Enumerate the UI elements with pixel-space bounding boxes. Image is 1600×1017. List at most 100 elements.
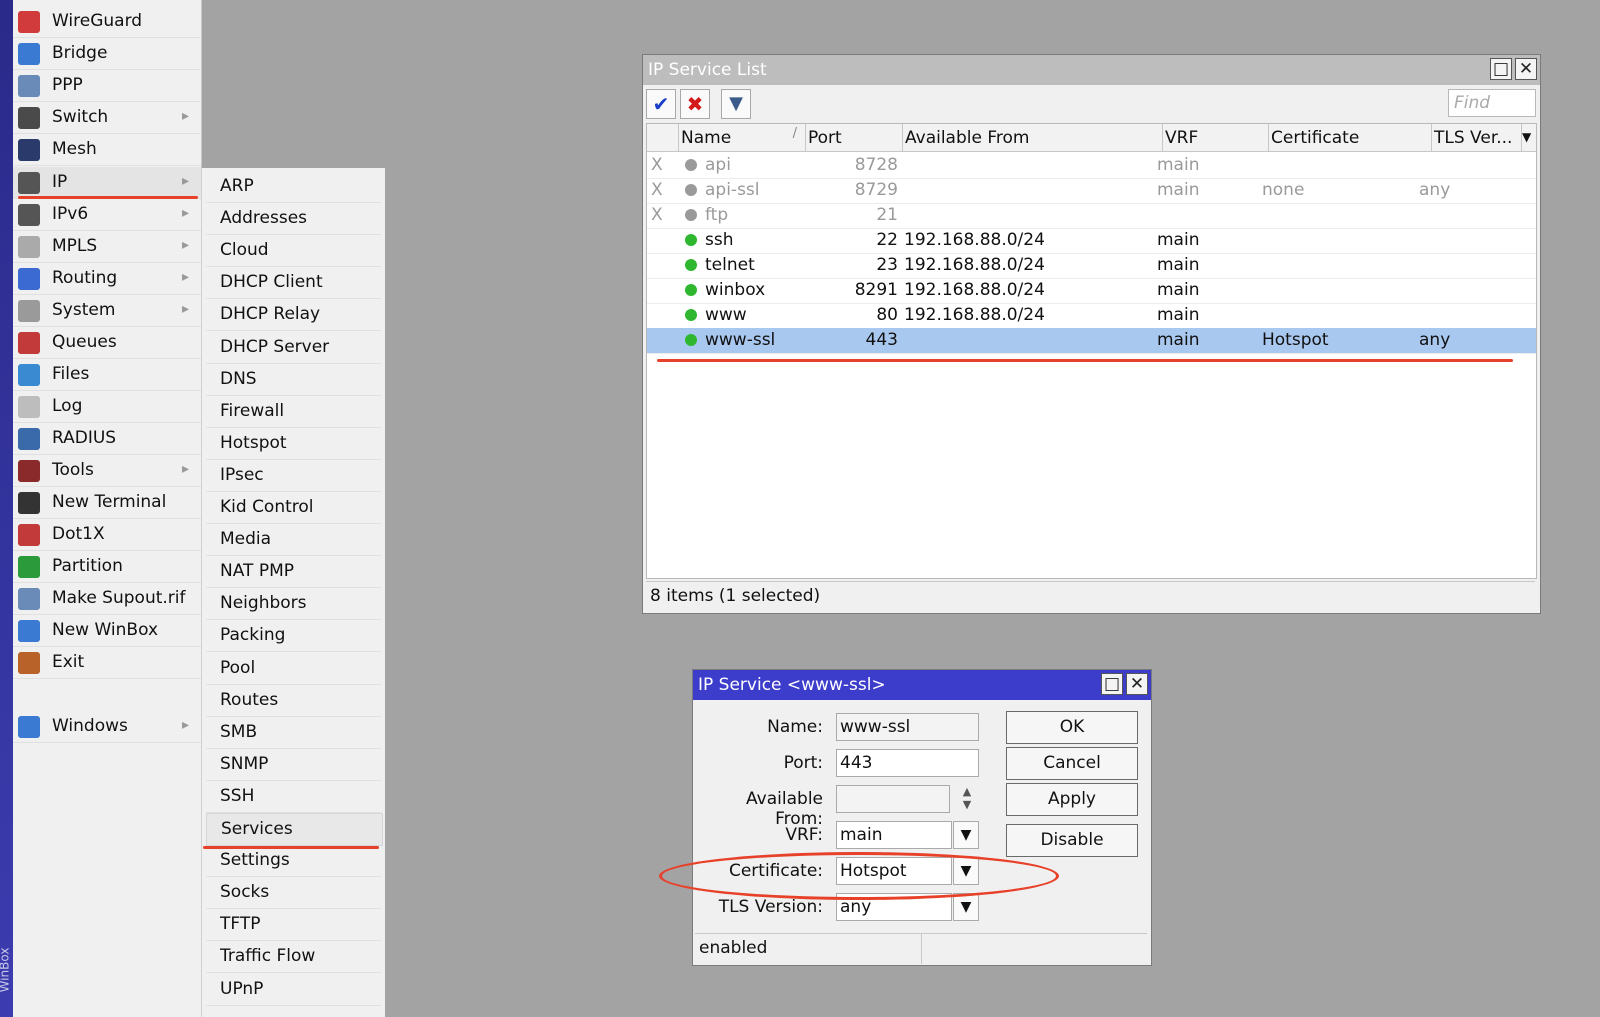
submenu-item-pool[interactable]: Pool: [206, 653, 381, 685]
submenu-item-ssh[interactable]: SSH: [206, 781, 381, 813]
submenu-item-dhcp-client[interactable]: DHCP Client: [206, 267, 381, 300]
menu-item-new-winbox[interactable]: New WinBox: [13, 615, 201, 647]
filter-icon: ▼: [729, 93, 743, 114]
column-header-tls-version[interactable]: TLS Ver...: [1432, 124, 1522, 152]
submenu-item-settings[interactable]: Settings: [206, 845, 381, 878]
enabled-status-icon: [685, 309, 697, 321]
menu-item-partition[interactable]: Partition: [13, 551, 201, 583]
cancel-button[interactable]: Cancel: [1006, 747, 1138, 780]
name-field[interactable]: www-ssl: [836, 713, 979, 741]
column-header-vrf[interactable]: VRF: [1163, 124, 1269, 152]
menu-item-ip[interactable]: IP ▸: [13, 167, 201, 199]
close-button[interactable]: ✕: [1515, 58, 1537, 80]
ok-button[interactable]: OK: [1006, 711, 1138, 744]
menu-item-queues[interactable]: Queues: [13, 327, 201, 359]
submenu-item-label: Services: [221, 819, 293, 839]
filter-button[interactable]: ▼: [721, 89, 751, 119]
table-row[interactable]: telnet 23 192.168.88.0/24 main: [647, 253, 1536, 279]
submenu-item-tftp[interactable]: TFTP: [206, 909, 381, 942]
table-row[interactable]: winbox 8291 192.168.88.0/24 main: [647, 278, 1536, 304]
vrf-dropdown-icon[interactable]: ▼: [953, 821, 979, 849]
wireguard-icon: [18, 11, 40, 33]
table-row[interactable]: ssh 22 192.168.88.0/24 main: [647, 228, 1536, 254]
menu-item-ipv6[interactable]: IPv6 ▸: [13, 199, 201, 231]
enable-button[interactable]: ✔: [646, 89, 676, 119]
table-row[interactable]: www 80 192.168.88.0/24 main: [647, 303, 1536, 329]
submenu-item-upnp[interactable]: UPnP: [206, 974, 381, 1006]
submenu-item-hotspot[interactable]: Hotspot: [206, 428, 381, 460]
dialog-maximize-button[interactable]: □: [1101, 673, 1123, 695]
submenu-item-services[interactable]: Services: [206, 813, 383, 846]
menu-item-routing[interactable]: Routing ▸: [13, 263, 201, 295]
vrf-field[interactable]: main: [836, 821, 952, 849]
updown-icon[interactable]: ▲ ▼: [957, 785, 977, 813]
submenu-item-neighbors[interactable]: Neighbors: [206, 588, 381, 621]
table-row[interactable]: Xapi 8728 main: [647, 153, 1536, 179]
submenu-item-media[interactable]: Media: [206, 524, 381, 557]
menu-item-bridge[interactable]: Bridge: [13, 38, 201, 70]
enabled-status-icon: [685, 234, 697, 246]
submenu-item-label: Hotspot: [220, 432, 287, 453]
menu-item-wireguard[interactable]: WireGuard: [13, 6, 201, 38]
menu-item-radius[interactable]: RADIUS: [13, 423, 201, 455]
submenu-item-firewall[interactable]: Firewall: [206, 396, 381, 428]
menu-item-mesh[interactable]: Mesh: [13, 134, 201, 166]
flag-column-header[interactable]: [647, 124, 679, 152]
menu-item-files[interactable]: Files: [13, 359, 201, 391]
submenu-item-arp[interactable]: ARP: [206, 171, 381, 203]
submenu-item-ipsec[interactable]: IPsec: [206, 460, 381, 492]
submenu-item-snmp[interactable]: SNMP: [206, 749, 381, 781]
disable-button[interactable]: Disable: [1006, 824, 1138, 857]
menu-item-ppp[interactable]: PPP: [13, 70, 201, 102]
table-row[interactable]: Xftp 21: [647, 203, 1536, 229]
submenu-item-smb[interactable]: SMB: [206, 717, 381, 749]
submenu-item-addresses[interactable]: Addresses: [206, 203, 381, 236]
tls-version-dropdown-icon[interactable]: ▼: [953, 893, 979, 921]
column-header-certificate[interactable]: Certificate: [1269, 124, 1432, 152]
submenu-item-socks[interactable]: Socks: [206, 877, 381, 910]
dialog-close-button[interactable]: ✕: [1126, 673, 1148, 695]
menu-item-windows[interactable]: Windows ▸: [13, 711, 201, 743]
table-row[interactable]: www-ssl 443 main Hotspot any: [647, 328, 1536, 354]
find-input[interactable]: Find: [1448, 89, 1536, 117]
row-certificate: none: [1262, 180, 1305, 200]
menu-item-exit[interactable]: Exit: [13, 647, 201, 679]
submenu-item-dhcp-relay[interactable]: DHCP Relay: [206, 299, 381, 332]
column-header-port[interactable]: Port: [806, 124, 903, 152]
dialog-titlebar[interactable]: IP Service <www-ssl> □ ✕: [693, 670, 1151, 700]
column-header-name[interactable]: Name /: [679, 124, 806, 152]
menu-item-system[interactable]: System ▸: [13, 295, 201, 327]
column-header-available-from[interactable]: Available From: [903, 124, 1163, 152]
bridge-icon: [18, 43, 40, 65]
available-from-field[interactable]: [836, 785, 950, 813]
table-row[interactable]: Xapi-ssl 8729 main none any: [647, 178, 1536, 204]
submenu-item-label: DNS: [220, 368, 257, 389]
disable-button[interactable]: ✖: [680, 89, 710, 119]
menu-item-log[interactable]: Log: [13, 391, 201, 423]
row-vrf: main: [1157, 180, 1200, 200]
port-field[interactable]: 443: [836, 749, 979, 777]
service-list-titlebar[interactable]: IP Service List □ ✕: [643, 55, 1540, 85]
submenu-item-dhcp-server[interactable]: DHCP Server: [206, 332, 381, 364]
maximize-button[interactable]: □: [1490, 58, 1512, 80]
submenu-item-nat-pmp[interactable]: NAT PMP: [206, 556, 381, 589]
port-label: Port:: [783, 753, 823, 773]
apply-button[interactable]: Apply: [1006, 783, 1138, 816]
submenu-item-cloud[interactable]: Cloud: [206, 235, 381, 268]
menu-item-new-terminal[interactable]: New Terminal: [13, 487, 201, 519]
submenu-item-dns[interactable]: DNS: [206, 364, 381, 396]
column-menu-button[interactable]: ▼: [1522, 124, 1536, 152]
menu-item-label: Log: [52, 396, 83, 416]
row-name: www: [705, 305, 747, 325]
submenu-item-routes[interactable]: Routes: [206, 685, 381, 717]
ipv6-icon: [18, 204, 40, 226]
menu-item-dot1x[interactable]: Dot1X: [13, 519, 201, 551]
submenu-item-kid-control[interactable]: Kid Control: [206, 492, 381, 524]
menu-item-make-supout-rif[interactable]: Make Supout.rif: [13, 583, 201, 615]
submenu-item-packing[interactable]: Packing: [206, 620, 381, 653]
row-vrf: main: [1157, 230, 1200, 250]
menu-item-mpls[interactable]: MPLS ▸: [13, 231, 201, 263]
menu-item-tools[interactable]: Tools ▸: [13, 455, 201, 487]
submenu-item-traffic-flow[interactable]: Traffic Flow: [206, 941, 381, 974]
menu-item-switch[interactable]: Switch ▸: [13, 102, 201, 134]
